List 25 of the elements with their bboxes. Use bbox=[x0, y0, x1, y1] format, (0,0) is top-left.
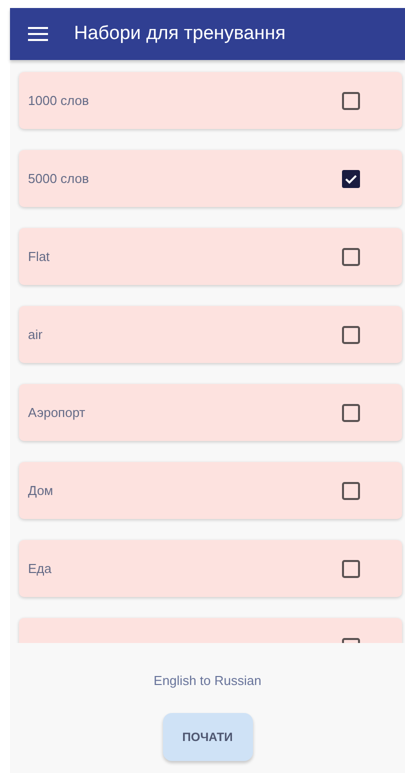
checkbox[interactable] bbox=[342, 326, 360, 344]
set-card[interactable]: Аэропорт bbox=[19, 384, 402, 441]
set-card[interactable]: Дом bbox=[19, 462, 402, 519]
set-card[interactable]: Еда bbox=[19, 540, 402, 597]
set-name: Дом bbox=[28, 483, 54, 498]
checkbox[interactable] bbox=[342, 170, 360, 188]
set-name: 5000 слов bbox=[28, 171, 89, 186]
menu-icon[interactable] bbox=[28, 27, 48, 41]
set-name: air bbox=[28, 327, 42, 342]
set-name: Еда bbox=[28, 561, 52, 576]
language-direction: English to Russian bbox=[154, 673, 262, 688]
set-card[interactable]: Flat bbox=[19, 228, 402, 285]
checkbox[interactable] bbox=[342, 92, 360, 110]
set-card[interactable]: air bbox=[19, 306, 402, 363]
set-name: Аэропорт bbox=[28, 405, 86, 420]
set-card[interactable]: 1000 слов bbox=[19, 72, 402, 129]
set-name: 1000 слов bbox=[28, 93, 89, 108]
set-card[interactable]: 5000 слов bbox=[19, 150, 402, 207]
checkbox[interactable] bbox=[342, 482, 360, 500]
screen-title: Набори для тренування bbox=[74, 23, 286, 45]
checkbox[interactable] bbox=[342, 560, 360, 578]
start-button[interactable]: ПОЧАТИ bbox=[162, 713, 252, 761]
checkbox[interactable] bbox=[342, 248, 360, 266]
set-name: Flat bbox=[28, 249, 50, 264]
checkbox[interactable] bbox=[342, 404, 360, 422]
